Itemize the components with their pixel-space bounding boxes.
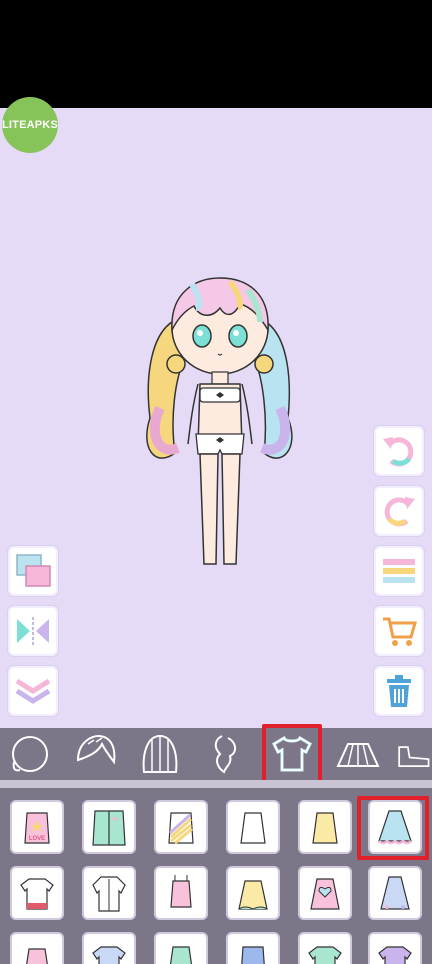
clothing-item-pink-love-tank[interactable]: LOVE [10,800,64,854]
front-hair-icon [76,734,116,765]
blue-square-neck-thumbnail [241,946,265,964]
tab-side-hair[interactable] [198,728,254,780]
undo-icon [383,437,414,467]
clothing-item-mint-cross-top[interactable] [154,932,208,964]
redo-icon [384,497,415,527]
white-red-tee-thumbnail [20,878,54,910]
blue-ruffle-dress-thumbnail [378,810,412,845]
clothing-item-mint-tee[interactable] [298,932,352,964]
status-bar [0,0,432,108]
dress-up-stage [0,108,432,728]
tab-tops[interactable] [264,728,320,780]
tab-skirts[interactable] [330,728,386,780]
flip-horizontal-icon [17,617,49,645]
watermark-text: LITEAPKS [2,119,58,131]
purple-tee-thumbnail [378,946,412,964]
clothing-item-yellow-tank[interactable] [298,800,352,854]
rainbow-stripe-tank-thumbnail [168,812,194,845]
clothing-item-white-red-tee[interactable] [10,866,64,920]
pink-camisole-thumbnail [170,875,192,908]
watermark-logo: LITEAPKS [2,97,58,153]
clothing-item-rainbow-stripe-tank[interactable] [154,800,208,854]
clothing-item-blue-collar-top[interactable] [82,932,136,964]
blue-collar-top-thumbnail [92,946,126,964]
flip-button[interactable] [10,608,56,654]
layer-swap-button[interactable] [10,548,56,594]
tab-back-hair[interactable] [132,728,188,780]
clothing-item-pink-camisole[interactable] [154,866,208,920]
white-tank-thumbnail [240,812,266,844]
clothing-item-blue-square-neck[interactable] [226,932,280,964]
clothing-item-blue-bow-dress[interactable] [368,866,422,920]
menu-button[interactable] [376,548,422,594]
yellow-camisole-thumbnail [238,880,268,910]
tab-shoes[interactable] [394,728,432,780]
shopping-cart-icon [383,617,417,646]
clothing-item-yellow-camisole[interactable] [226,866,280,920]
blue-bow-dress-thumbnail [380,876,410,910]
collapse-button[interactable] [10,668,56,714]
mint-tee-thumbnail [308,946,342,964]
white-shirt-thumbnail [92,876,126,912]
shoes-icon [398,746,430,767]
pink-heart-dress-thumbnail [310,878,340,910]
side-hair-icon [214,735,236,774]
redo-button[interactable] [376,488,422,534]
clothing-item-text: LOVE [28,836,46,842]
panel-divider [0,780,432,788]
yellow-tank-thumbnail [312,812,338,844]
clothing-item-white-tank[interactable] [226,800,280,854]
pink-strap-top-thumbnail [26,948,48,964]
tab-front-hair[interactable] [68,728,124,780]
clothing-item-pink-strap-top[interactable] [10,932,64,964]
face-icon [12,736,48,772]
back-hair-icon [142,734,178,773]
clothing-item-blue-ruffle-dress[interactable] [368,800,422,854]
trash-icon [387,675,411,707]
shop-button[interactable] [376,608,422,654]
skirt-icon [336,743,380,767]
character-doll [146,277,293,565]
clothing-item-mint-cardigan[interactable] [82,800,136,854]
clothing-item-purple-tee[interactable] [368,932,422,964]
mint-cardigan-thumbnail [92,810,126,846]
delete-button[interactable] [376,668,422,714]
top-shirt-icon [272,735,312,772]
clothing-item-white-shirt[interactable] [82,866,136,920]
tab-face[interactable] [2,728,58,780]
layer-swap-icon [16,554,51,587]
mint-cross-top-thumbnail [169,946,193,964]
clothing-item-pink-heart-dress[interactable] [298,866,352,920]
menu-lines-icon [383,559,415,583]
collapse-chevron-icon [15,678,51,704]
undo-button[interactable] [376,428,422,474]
category-bar [0,728,432,780]
